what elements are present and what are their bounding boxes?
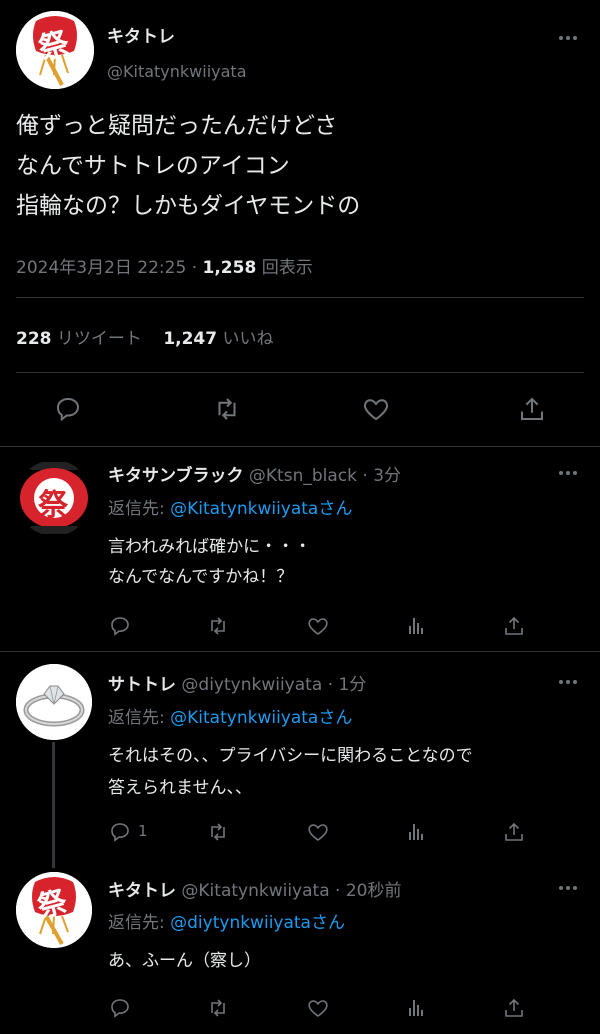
reply-header: キタトレ @Kitatynkwiiyata · 20秒前 [108,876,401,901]
author-name[interactable]: キタトレ [107,22,175,47]
reply-icon[interactable] [104,610,136,642]
like-icon[interactable] [302,992,334,1024]
avatar[interactable]: 祭 [16,11,94,89]
reply-text-line: 言われみれば確かに・・・ [108,537,312,557]
reply-author-name[interactable]: サトトレ [108,675,176,695]
reply-author-handle[interactable]: @Ktsn_black [249,466,357,486]
replying-to: 返信先: @Kitatynkwiiyataさん [108,703,352,728]
reply-avatar[interactable] [16,664,92,740]
view-count: 1,258 [202,258,257,278]
reply-avatar[interactable]: 祭 [16,460,92,536]
like-label: いいね [222,329,274,349]
share-icon[interactable] [498,992,530,1024]
retweet-stat[interactable]: 228 リツイート [16,329,147,349]
replying-to-label: 返信先: [108,499,165,519]
reply-time[interactable]: · 3分 [362,466,401,486]
analytics-icon[interactable] [400,610,432,642]
reply-author-handle[interactable]: @Kitatynkwiiyata [181,881,329,901]
replying-to-suffix: さん [310,913,345,933]
tweet-text-line: 指輪なの？しかもダイヤモンドの [16,193,361,219]
reply-author-name[interactable]: キタトレ [108,881,176,901]
diamond-ring-icon [16,664,92,740]
replying-to-suffix: さん [318,499,353,519]
reply-text-line: あ、ふーん（察し） [108,951,261,971]
reply-author-name[interactable]: キタサンブラック [108,466,244,486]
replying-to: 返信先: @diytynkwiiyataさん [108,908,345,933]
meta-separator: · [191,258,198,278]
retweet-icon[interactable] [202,610,234,642]
share-icon[interactable] [498,610,530,642]
share-icon[interactable] [516,393,548,425]
like-count: 1,247 [163,329,218,349]
divider [0,446,600,447]
tweet-text-line: なんでサトトレのアイコン [16,153,290,179]
replying-to-label: 返信先: [108,913,165,933]
like-icon[interactable] [302,610,334,642]
analytics-icon[interactable] [400,816,432,848]
replying-to-handle[interactable]: @Kitatynkwiiyata [170,708,318,728]
replying-to-suffix: さん [318,708,353,728]
reply-author-handle[interactable]: @diytynkwiiyata [181,675,322,695]
divider [0,651,600,652]
tweet-text-line: 俺ずっと疑問だったんだけどさ [16,113,338,139]
more-options-icon[interactable] [556,463,580,483]
more-options-icon[interactable] [556,28,580,48]
like-stat[interactable]: 1,247 いいね [163,329,273,349]
reply-avatar[interactable]: 祭 [16,872,92,948]
engagement-stats: 228 リツイート 1,247 いいね [16,324,274,349]
more-options-icon[interactable] [556,878,580,898]
replying-to-handle[interactable]: @Kitatynkwiiyata [170,499,318,519]
tweet-text: 俺ずっと疑問だったんだけどさ なんでサトトレのアイコン 指輪なの？しかもダイヤモ… [16,106,360,226]
retweet-count: 228 [16,329,52,349]
reply-count: 1 [138,822,148,840]
retweet-icon[interactable] [211,393,243,425]
share-icon[interactable] [498,816,530,848]
more-options-icon[interactable] [556,672,580,692]
thread-connector [52,742,55,868]
reply-icon[interactable] [104,816,136,848]
reply-header: キタサンブラック @Ktsn_black · 3分 [108,461,401,486]
reply-time[interactable]: · 1分 [328,675,367,695]
reply-time[interactable]: · 20秒前 [335,881,401,901]
reply-text-line: 答えられません、、 [108,778,252,798]
divider [16,372,584,373]
retweet-icon[interactable] [202,816,234,848]
reply-text: それはその、、プライバシーに関わることなので 答えられません、、 [108,740,473,804]
reply-text-line: それはその、、プライバシーに関わることなので [108,746,473,766]
like-icon[interactable] [302,816,334,848]
reply-icon[interactable] [104,992,136,1024]
analytics-icon[interactable] [400,992,432,1024]
reply-text: あ、ふーん（察し） [108,946,261,976]
replying-to: 返信先: @Kitatynkwiiyataさん [108,494,352,519]
replying-to-label: 返信先: [108,708,165,728]
timestamp[interactable]: 2024年3月2日 22:25 [16,258,186,278]
tweet-meta: 2024年3月2日 22:25 · 1,258 回表示 [16,253,313,278]
divider [16,297,584,298]
author-handle[interactable]: @Kitatynkwiiyata [107,62,247,81]
reply-header: サトトレ @diytynkwiiyata · 1分 [108,670,366,695]
retweet-label: リツイート [56,329,142,349]
view-label: 回表示 [261,258,313,278]
reply-text-line: なんでなんですかね！？ [108,567,294,587]
reply-icon[interactable] [52,393,84,425]
avatar-glyph: 祭 [38,488,68,523]
replying-to-handle[interactable]: @diytynkwiiyata [170,913,311,933]
reply-text: 言われみれば確かに・・・ なんでなんですかね！？ [108,532,311,592]
like-icon[interactable] [360,393,392,425]
retweet-icon[interactable] [202,992,234,1024]
